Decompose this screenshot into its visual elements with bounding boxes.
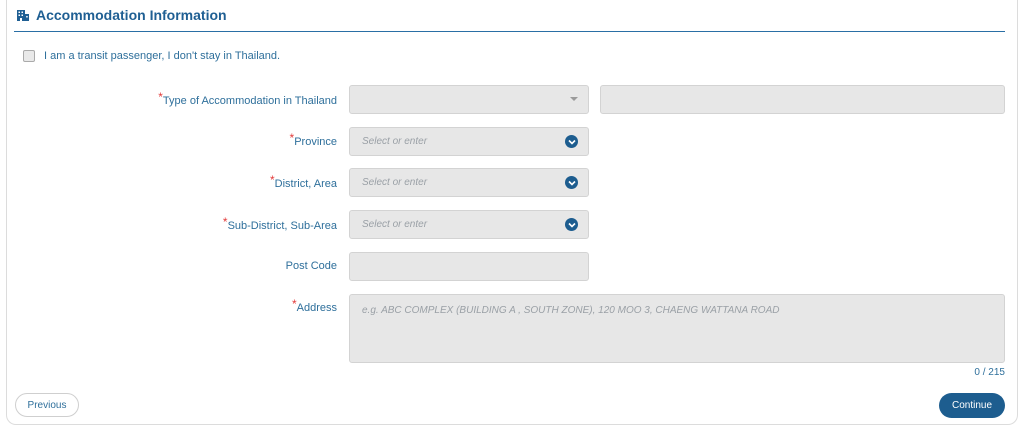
building-icon	[16, 9, 30, 22]
address-textarea[interactable]: e.g. ABC COMPLEX (BUILDING A , SOUTH ZON…	[349, 294, 1005, 363]
header-divider	[14, 31, 1005, 32]
required-marker: *	[269, 173, 275, 187]
accommodation-type-detail-field[interactable]	[600, 85, 1005, 114]
postcode-label: Post Code	[286, 260, 337, 272]
section-title: Accommodation Information	[36, 7, 227, 23]
continue-button[interactable]: Continue	[939, 393, 1005, 418]
district-select[interactable]: Select or enter	[349, 168, 589, 197]
district-placeholder: Select or enter	[362, 177, 428, 188]
postcode-field[interactable]	[349, 252, 589, 281]
chevron-down-icon[interactable]	[565, 135, 578, 148]
subdistrict-label-text: Sub-District, Sub-Area	[227, 220, 337, 232]
accommodation-type-label-text: Type of Accommodation in Thailand	[162, 95, 337, 107]
district-label: *District, Area	[269, 173, 337, 190]
accommodation-type-select[interactable]	[349, 85, 589, 114]
address-char-counter: 0 / 215	[974, 367, 1005, 378]
district-label-text: District, Area	[274, 178, 337, 190]
accommodation-type-label: *Type of Accommodation in Thailand	[158, 90, 337, 107]
required-marker: *	[289, 131, 295, 145]
subdistrict-label: *Sub-District, Sub-Area	[222, 215, 337, 232]
address-placeholder: e.g. ABC COMPLEX (BUILDING A , SOUTH ZON…	[362, 305, 780, 316]
caret-down-icon	[570, 97, 578, 101]
transit-checkbox[interactable]	[23, 50, 35, 62]
province-label-text: Province	[294, 136, 337, 148]
postcode-label-text: Post Code	[285, 260, 337, 272]
previous-button[interactable]: Previous	[15, 393, 79, 417]
transit-option[interactable]: I am a transit passenger, I don't stay i…	[23, 50, 280, 62]
chevron-down-icon[interactable]	[565, 176, 578, 189]
address-label-text: Address	[296, 302, 337, 314]
province-label: *Province	[289, 131, 337, 148]
required-marker: *	[158, 90, 163, 104]
subdistrict-select[interactable]: Select or enter	[349, 210, 589, 239]
section-header: Accommodation Information	[16, 3, 227, 27]
subdistrict-placeholder: Select or enter	[362, 219, 428, 230]
province-placeholder: Select or enter	[362, 136, 428, 147]
required-marker: *	[291, 297, 297, 311]
required-marker: *	[222, 215, 228, 229]
address-label: *Address	[291, 297, 337, 314]
transit-label: I am a transit passenger, I don't stay i…	[44, 50, 281, 62]
province-select[interactable]: Select or enter	[349, 127, 589, 156]
chevron-down-icon[interactable]	[565, 218, 578, 231]
